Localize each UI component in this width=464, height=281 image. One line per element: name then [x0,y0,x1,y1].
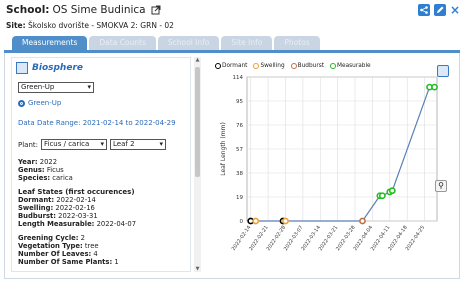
chart-area: Dormant Swelling Budburst Measurable 0 19… [205,59,455,273]
plant-select-value: Ficus / carica [44,140,90,148]
radio-selected-icon[interactable] [18,99,25,107]
site-label: Site: [6,21,26,30]
school-title: School: OS Sime Budinica [6,4,161,16]
scroll-up-icon[interactable]: ▲ [194,57,201,63]
protocol-select[interactable]: Green-Up ▾ [18,82,94,93]
y-tick-label: 19 [236,195,243,201]
tab-data-counts[interactable]: Data Counts [89,36,156,50]
length-value: 2022-04-07 [96,220,137,228]
protocol-title: Biosphere [32,63,83,73]
tab-school-info[interactable]: School Info [157,36,220,50]
green-up-radio[interactable]: Green-Up [18,99,186,107]
plants-label: Number Of Same Plants: [18,258,113,266]
swelling-value: 2022-02-16 [55,204,95,212]
y-tick-label: 95 [236,99,243,105]
y-tick-label: 57 [236,147,243,153]
site-name: Školsko dvorište - SMOKVA 2: GRN - 02 [28,21,174,30]
external-link-icon[interactable] [151,5,161,15]
plants-value: 1 [114,258,119,266]
data-point-budburst [359,217,366,225]
plant-select[interactable]: Ficus / carica ▾ [41,139,107,150]
chevron-down-icon: ▾ [159,140,163,148]
school-label: School: [6,4,50,16]
leaf-states-title: Leaf States (first occurences) [18,188,135,196]
edit-icon[interactable] [434,4,446,16]
leaf-select[interactable]: Leaf 2 ▾ [110,139,166,150]
dormant-value: 2022-02-14 [56,196,96,204]
tab-photos[interactable]: Photos [274,36,320,50]
leaf-select-value: Leaf 2 [113,140,135,148]
genus-value: Ficus [46,166,64,174]
share-icon[interactable] [418,4,430,16]
y-tick-label: 0 [240,219,244,225]
scroll-down-icon[interactable]: ▼ [194,266,201,272]
swelling-label: Swelling: [18,204,54,212]
cycle-info: Greening Cycle: 2 Vegetation Type: tree … [18,234,186,266]
species-value: carica [52,174,73,182]
y-axis-label: Leaf Length (mm) [220,122,227,176]
date-range-value: 2021-02-14 to 2022-04-29 [82,119,176,127]
data-point-measurable [378,192,386,200]
veg-label: Vegetation Type: [18,242,83,250]
data-point-swelling [252,217,260,225]
scrollbar[interactable]: ▲ ▼ [194,57,201,272]
y-tick-label: 76 [236,123,243,129]
radio-label: Green-Up [28,99,62,107]
chevron-down-icon: ▾ [100,140,104,148]
year-label: Year: [18,158,38,166]
plant-info: Year: 2022 Genus: Ficus Species: carica [18,158,186,182]
tab-bar: Measurements Data Counts School Info Sit… [4,36,460,50]
cycle-value: 2 [80,234,85,242]
cycle-label: Greening Cycle: [18,234,79,242]
veg-value: tree [84,242,99,250]
table-icon [16,62,28,74]
budburst-value: 2022-03-31 [58,212,98,220]
leaves-label: Number Of Leaves: [18,250,92,258]
budburst-label: Budburst: [18,212,56,220]
plant-label: Plant: [18,140,38,149]
y-tick-label: 114 [233,75,244,81]
year-value: 2022 [39,158,58,166]
species-label: Species: [18,174,51,182]
length-label: Length Measurable: [18,220,95,228]
scrollbar-thumb[interactable] [195,67,200,177]
dormant-label: Dormant: [18,196,55,204]
site-line: Site: Školsko dvorište - SMOKVA 2: GRN -… [6,21,174,30]
protocol-panel: Biosphere Green-Up ▾ Green-Up Data Date … [11,57,191,272]
close-icon[interactable]: × [450,4,460,16]
data-point-measurable [388,187,396,195]
date-range-label: Data Date Range: [18,119,81,127]
school-name: OS Sime Budinica [52,4,146,16]
chart-menu-icon[interactable] [437,65,449,77]
tab-measurements[interactable]: Measurements [12,36,88,50]
plant-row: Plant: Ficus / carica ▾ Leaf 2 ▾ [18,139,186,150]
y-tick-label: 38 [236,171,243,177]
tab-site-info[interactable]: Site Info [221,36,273,50]
leaves-value: 4 [93,250,98,258]
leaf-states: Leaf States (first occurences) Dormant: … [18,188,186,228]
data-point-measurable [431,83,438,91]
genus-label: Genus: [18,166,45,174]
chevron-down-icon: ▾ [87,83,91,91]
date-range: Data Date Range: 2021-02-14 to 2022-04-2… [18,119,186,127]
measurements-panel: Biosphere Green-Up ▾ Green-Up Data Date … [4,53,460,279]
zoom-icon[interactable]: ⚲ [435,180,447,192]
data-point-swelling [282,217,289,225]
protocol-select-value: Green-Up [21,83,55,91]
leaf-length-chart: 019385776951142022-02-142022-02-212022-0… [220,75,438,252]
header: School: OS Sime Budinica Site: Školsko d… [6,4,460,40]
